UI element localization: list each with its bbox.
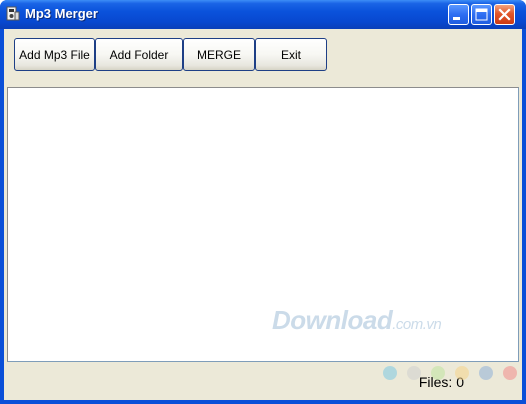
watermark-dots — [383, 366, 517, 382]
watermark-dot — [503, 366, 517, 380]
client-area: Add Mp3 File Add Folder MERGE Exit Files… — [4, 29, 522, 400]
watermark-dot — [479, 366, 493, 380]
app-window: Mp3 Merger Add Mp3 File Add Folder MERGE… — [0, 0, 526, 404]
close-button[interactable] — [494, 4, 515, 25]
add-folder-button[interactable]: Add Folder — [95, 38, 183, 71]
watermark-dot — [407, 366, 421, 380]
exit-button[interactable]: Exit — [255, 38, 327, 71]
maximize-button[interactable] — [471, 4, 492, 25]
watermark-dot — [431, 366, 445, 380]
minimize-icon — [453, 17, 460, 20]
watermark-logo: Download.com.vn — [272, 305, 442, 336]
close-icon — [498, 8, 511, 21]
minimize-button[interactable] — [448, 4, 469, 25]
add-mp3-file-button[interactable]: Add Mp3 File — [14, 38, 95, 71]
window-title: Mp3 Merger — [25, 6, 98, 21]
watermark-dot — [455, 366, 469, 380]
file-list[interactable] — [7, 87, 519, 362]
watermark-brand: Download — [272, 305, 393, 335]
watermark-dot — [383, 366, 397, 380]
app-icon — [5, 6, 21, 22]
title-bar[interactable]: Mp3 Merger — [0, 0, 526, 29]
merge-button[interactable]: MERGE — [183, 38, 255, 71]
watermark-domain: .com.vn — [392, 316, 442, 333]
maximize-icon — [475, 8, 488, 21]
